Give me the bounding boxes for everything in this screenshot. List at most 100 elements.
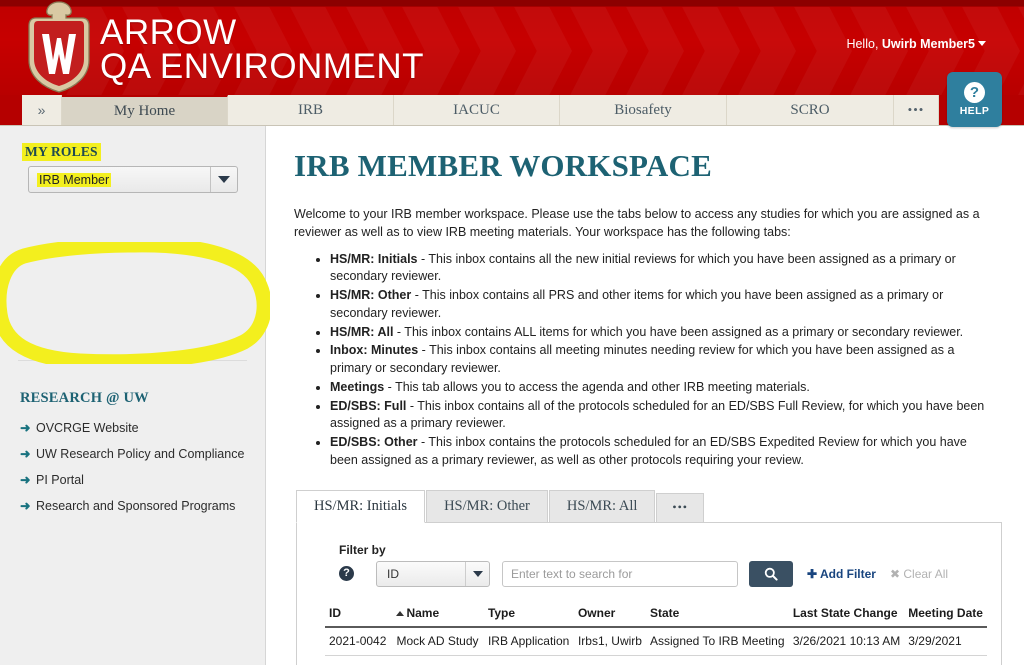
nav-item-biosafety[interactable]: Biosafety <box>560 95 727 125</box>
nav-item-scro[interactable]: SCRO <box>727 95 894 125</box>
clear-all-button[interactable]: ✖ Clear All <box>890 567 948 581</box>
col-state[interactable]: State <box>645 602 789 628</box>
help-button[interactable]: ? HELP <box>947 72 1002 127</box>
filter-by-label: Filter by <box>339 542 386 557</box>
link-ovcrge-website[interactable]: ➜ OVCRGE Website <box>20 420 244 435</box>
primary-navigation: » My Home IRB IACUC Biosafety SCRO ••• ?… <box>0 72 1024 127</box>
col-last-state-change[interactable]: Last State Change <box>788 602 905 628</box>
site-header: ARROW QA ENVIRONMENT Hello, Uwirb Member… <box>0 0 1024 95</box>
my-roles-heading: MY ROLES <box>22 143 101 161</box>
arrow-right-icon: ➜ <box>20 447 31 461</box>
col-type[interactable]: Type <box>483 602 574 628</box>
role-select-value: IRB Member <box>37 172 112 187</box>
cell-id[interactable]: 2021-0042 <box>325 626 393 656</box>
inbox-tabstrip: HS/MR: Initials HS/MR: Other HS/MR: All … <box>296 489 1002 523</box>
chevron-down-icon <box>978 41 986 46</box>
role-select[interactable]: IRB Member <box>28 166 238 193</box>
tab-hsmr-all[interactable]: HS/MR: All <box>548 489 656 522</box>
close-icon: ✖ <box>889 566 901 581</box>
search-input[interactable] <box>502 560 738 587</box>
link-research-sponsored-programs[interactable]: ➜ Research and Sponsored Programs <box>20 498 244 513</box>
clear-all-label: Clear All <box>903 566 949 581</box>
tab-description-list: HS/MR: Initials - This inbox contains al… <box>312 251 998 470</box>
col-owner[interactable]: Owner <box>573 602 646 628</box>
term: HS/MR: Initials <box>330 251 418 266</box>
list-item: HS/MR: All - This inbox contains ALL ite… <box>330 324 998 342</box>
desc: - This inbox contains ALL items for whic… <box>393 324 964 339</box>
term: Meetings <box>330 379 385 394</box>
arrow-right-icon: ➜ <box>20 499 31 513</box>
page-number-input[interactable] <box>644 664 685 665</box>
term: HS/MR: All <box>330 324 394 339</box>
tab-overflow-button[interactable]: ••• <box>656 492 704 522</box>
col-id[interactable]: ID <box>325 602 393 628</box>
nav-item-irb[interactable]: IRB <box>228 95 394 125</box>
arrow-right-icon: ➜ <box>20 473 31 487</box>
term: ED/SBS: Other <box>330 435 418 449</box>
desc: - This inbox contains all PRS and other … <box>330 288 944 320</box>
desc: - This tab allows you to access the agen… <box>384 379 810 394</box>
tab-hsmr-other[interactable]: HS/MR: Other <box>426 489 548 522</box>
question-mark-icon: ? <box>964 82 985 103</box>
inbox-panel: HS/MR: Initials HS/MR: Other HS/MR: All … <box>296 489 1002 665</box>
sidebar-divider <box>18 360 247 361</box>
col-meeting-date[interactable]: Meeting Date <box>904 602 987 628</box>
greeting-prefix: Hello, <box>846 37 879 51</box>
chevron-down-icon <box>465 561 489 586</box>
filter-field-select[interactable]: ID <box>376 560 490 587</box>
main-content: IRB MEMBER WORKSPACE Welcome to your IRB… <box>266 126 1024 665</box>
cell-state: Assigned To IRB Meeting <box>645 626 789 656</box>
research-heading: RESEARCH @ UW <box>20 390 149 406</box>
page-size-input[interactable] <box>899 664 946 665</box>
table-row[interactable]: 2021-0042 Mock AD Study IRB Application … <box>325 626 987 656</box>
inbox-panel-body: Filter by ? ID Enter text to search for … <box>296 522 1002 665</box>
brand-line-1: ARROW <box>100 13 237 52</box>
research-link-list: ➜ OVCRGE Website ➜ UW Research Policy and … <box>20 420 244 524</box>
page-body: MY ROLES IRB Member RESEARCH @ UW ➜ OVCRG… <box>0 126 1024 665</box>
filter-row: ? ID ✚ <box>339 560 987 587</box>
nav-overflow-button[interactable]: ••• <box>894 95 939 125</box>
term: HS/MR: Other <box>330 288 412 302</box>
user-name: Uwirb Member5 <box>881 37 975 51</box>
user-greeting[interactable]: Hello, Uwirb Member5 <box>846 37 986 51</box>
cell-name[interactable]: Mock AD Study <box>392 626 484 656</box>
pager-controls: ◀ page of 1 ▶ <box>595 664 727 665</box>
cell-owner: Irbs1, Uwirb <box>573 626 646 656</box>
desc: - This inbox contains the protocols sche… <box>330 435 967 467</box>
desc: - This inbox contains all the new initia… <box>330 251 956 284</box>
list-item: Inbox: Minutes - This inbox contains all… <box>330 342 998 378</box>
desc: - This inbox contains all of the protoco… <box>330 398 985 431</box>
term: ED/SBS: Full <box>330 398 407 413</box>
search-button[interactable] <box>749 560 793 587</box>
link-uw-research-policy[interactable]: ➜ UW Research Policy and Compliance <box>20 446 244 461</box>
question-mark-icon[interactable]: ? <box>339 566 354 581</box>
filter-field-value: ID <box>387 566 399 581</box>
page-size-controls: / page <box>899 664 987 665</box>
plus-icon: ✚ <box>807 566 818 581</box>
col-name[interactable]: Name <box>392 602 484 628</box>
list-item: HS/MR: Other - This inbox contains all P… <box>330 287 998 323</box>
nav-expand-icon[interactable]: » <box>22 95 62 125</box>
add-filter-button[interactable]: ✚ Add Filter <box>807 567 876 581</box>
chevron-down-icon <box>210 167 237 192</box>
nav-item-my-home[interactable]: My Home <box>62 95 228 125</box>
link-pi-portal[interactable]: ➜ PI Portal <box>20 472 244 487</box>
link-label: Research and Sponsored Programs <box>36 499 236 513</box>
brand-line-2: QA ENVIRONMENT <box>100 46 424 86</box>
cell-meeting-date: 3/29/2021 <box>904 626 987 656</box>
table-pager: 1 items ◀ page of 1 ▶ / page <box>325 656 987 665</box>
intro-paragraph: Welcome to your IRB member workspace. Pl… <box>294 207 980 239</box>
cell-type: IRB Application <box>483 626 574 656</box>
sidebar: MY ROLES IRB Member RESEARCH @ UW ➜ OVCRG… <box>0 126 270 665</box>
nav-item-iacuc[interactable]: IACUC <box>394 95 560 125</box>
term: Inbox: Minutes <box>330 343 419 358</box>
help-button-label: HELP <box>959 105 990 117</box>
tab-hsmr-initials[interactable]: HS/MR: Initials <box>296 489 426 523</box>
list-item: HS/MR: Initials - This inbox contains al… <box>330 251 998 287</box>
add-filter-label: Add Filter <box>819 566 876 581</box>
uw-crest-icon <box>28 1 90 93</box>
nav-left-accent <box>0 95 22 125</box>
highlighter-annotation <box>0 242 270 364</box>
list-item: ED/SBS: Other - This inbox contains the … <box>330 434 998 470</box>
link-label: OVCRGE Website <box>36 421 139 435</box>
